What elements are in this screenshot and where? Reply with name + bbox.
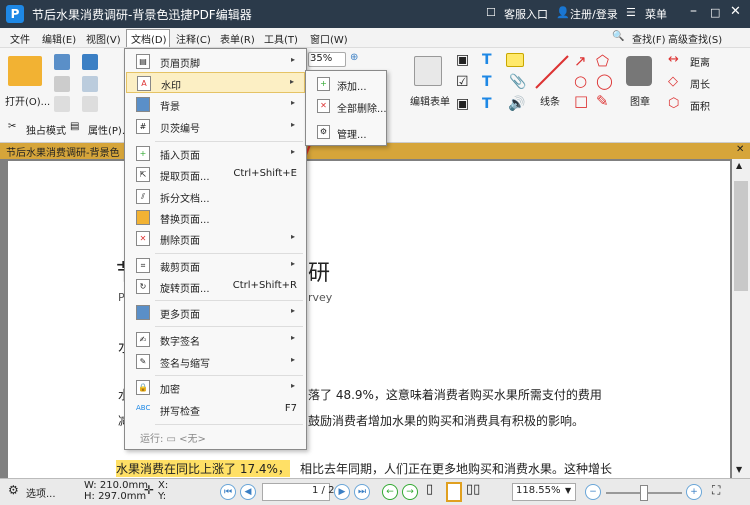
bates-icon: # [136,119,150,134]
submenu-manage[interactable]: ⚙ 管理... [307,121,385,143]
manage-watermark-icon: ⚙ [317,125,330,139]
zoom-in-button[interactable]: + [686,484,702,500]
menu-more-pages[interactable]: 更多页面 ▸ [126,302,305,323]
continuous-view-icon[interactable] [446,482,462,502]
add-watermark-icon: + [317,77,330,91]
forward-button[interactable]: → [402,484,418,500]
chevron-right-icon: ▸ [289,77,294,86]
crosshair-icon: ✛ [144,483,155,497]
menu-digital-signature[interactable]: ✍ 数字签名 ▸ [126,329,305,350]
chevron-right-icon: ▸ [290,381,295,390]
shortcut-label: Ctrl+Shift+E [233,168,297,179]
document-menu-dropdown: ▤ 页眉页脚 ▸ A 水印 ▸ 背景 ▸ # 贝茨编号 ▸ + 插入页面 ▸ ⇱ 提取页面... Ct… [124,48,307,450]
shortcut-label: Ctrl+Shift+R [232,280,297,291]
watermark-submenu: + 添加... ✕ 全部删除... ⚙ 管理... [305,70,387,146]
zoom-level: 118.55% [516,485,561,496]
watermark-icon: A [137,76,151,91]
menu-watermark[interactable]: A 水印 ▸ [126,72,305,93]
chevron-down-icon[interactable]: ▼ [565,486,571,495]
menu-separator [155,253,303,254]
shortcut-label: F7 [284,403,297,414]
menu-header-footer[interactable]: ▤ 页眉页脚 ▸ [126,51,305,72]
chevron-right-icon: ▸ [290,259,295,268]
menu-spell-check[interactable]: ABC 拼写检查 F7 [126,399,305,420]
sign-initials-icon: ✎ [136,354,150,369]
zoom-out-button[interactable]: − [585,484,601,500]
menu-run: 运行: ▭ <无> [140,434,206,445]
chevron-right-icon: ▸ [290,333,295,342]
menu-crop-pages[interactable]: ⌗ 裁剪页面 ▸ [126,255,305,276]
insert-page-icon: + [136,146,150,161]
menu-sign-initials[interactable]: ✎ 签名与缩写 ▸ [126,351,305,372]
fullscreen-icon[interactable]: ⛶ [712,483,720,498]
digital-signature-icon: ✍ [136,332,150,347]
menu-replace-pages[interactable]: 替换页面... [126,207,305,228]
menu-separator [155,141,303,142]
facing-view-icon[interactable]: ▯▯ [466,482,480,497]
back-button[interactable]: ← [382,484,398,500]
status-bar: ⚙ 选项... W: 210.0mm H: 297.0mm ✛ X: Y: ⏮ … [0,478,750,505]
rotate-icon: ↻ [136,279,150,294]
menu-split-document[interactable]: ⫽ 拆分文档... [126,186,305,207]
menu-extract-pages[interactable]: ⇱ 提取页面... Ctrl+Shift+E [126,164,305,185]
zoom-slider-thumb[interactable] [640,485,648,501]
cursor-x: X: [158,480,169,491]
next-page-button[interactable]: ▶ [334,484,350,500]
menu-rotate-pages[interactable]: ↻ 旋转页面... Ctrl+Shift+R [126,276,305,297]
chevron-right-icon: ▸ [290,232,295,241]
single-page-view-icon[interactable]: ▯ [426,482,433,497]
delete-watermark-icon: ✕ [317,99,330,113]
header-footer-icon: ▤ [136,54,150,69]
crop-icon: ⌗ [136,258,150,273]
chevron-right-icon: ▸ [290,120,295,129]
last-page-button[interactable]: ⏭ [354,484,370,500]
menu-delete-pages[interactable]: ✕ 删除页面 ▸ [126,228,305,249]
extract-page-icon: ⇱ [136,167,150,182]
chevron-right-icon: ▸ [290,98,295,107]
split-icon: ⫽ [136,189,150,204]
menu-insert-pages[interactable]: + 插入页面 ▸ [126,143,305,164]
submenu-add[interactable]: + 添加... [307,73,385,95]
menu-separator [155,300,303,301]
chevron-right-icon: ▸ [290,55,295,64]
page-height: H: 297.0mm [84,491,147,502]
lock-icon: 🔒 [136,380,150,395]
background-icon [136,97,150,112]
first-page-button[interactable]: ⏮ [220,484,236,500]
chevron-right-icon: ▸ [290,147,295,156]
menu-separator [155,326,303,327]
replace-page-icon [136,210,150,225]
spell-check-icon: ABC [136,404,151,412]
page-number: 1 / 2 [312,485,335,496]
delete-page-icon: ✕ [136,231,150,246]
cursor-y: Y: [158,491,167,502]
menu-bates-numbering[interactable]: # 贝茨编号 ▸ [126,116,305,137]
prev-page-button[interactable]: ◀ [240,484,256,500]
menu-background[interactable]: 背景 ▸ [126,94,305,115]
chevron-right-icon: ▸ [290,355,295,364]
page-width: W: 210.0mm [84,480,148,491]
menu-separator [155,424,303,425]
options-button[interactable]: 选项... [26,485,56,500]
menu-separator [155,375,303,376]
submenu-delete-all[interactable]: ✕ 全部删除... [307,95,387,117]
more-pages-icon [136,305,150,320]
gear-icon[interactable]: ⚙ [8,483,19,497]
chevron-right-icon: ▸ [290,306,295,315]
menu-encrypt[interactable]: 🔒 加密 ▸ [126,377,305,398]
